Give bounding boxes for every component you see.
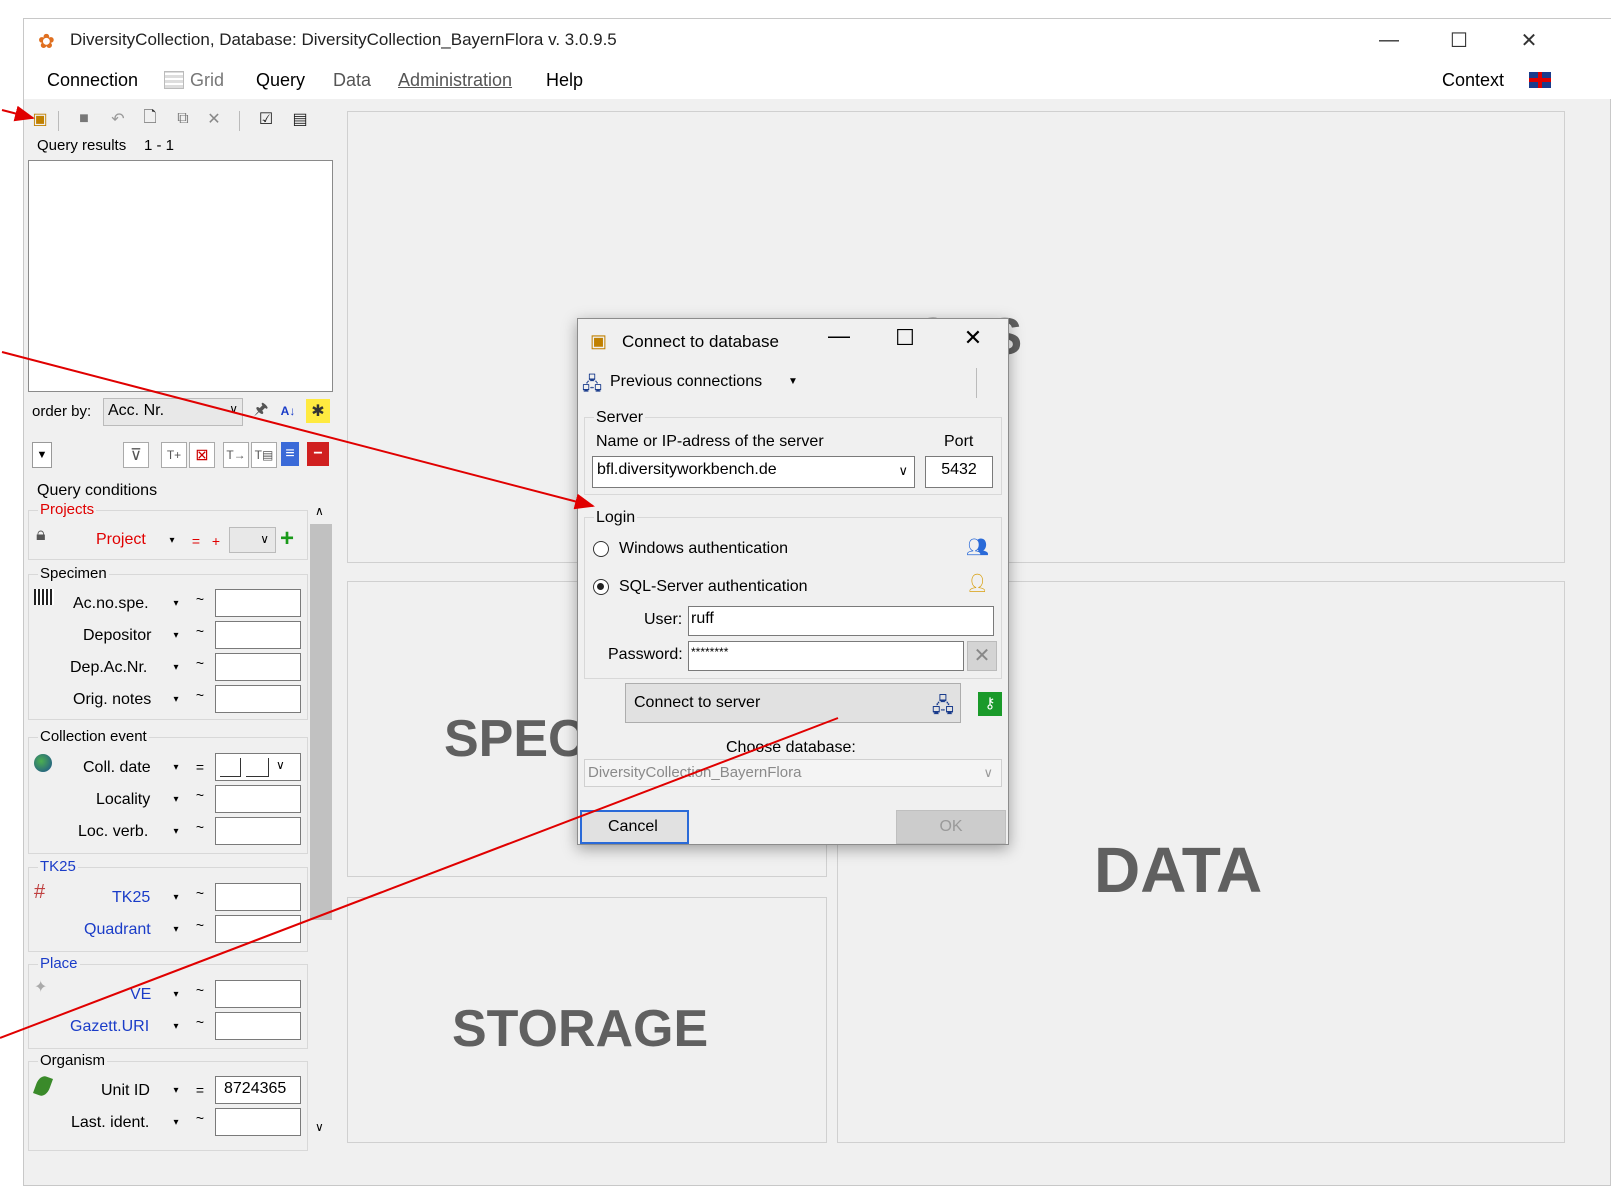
annotation-arrows (0, 105, 839, 1039)
annotation-arrow-toolbar (1, 105, 35, 122)
annotation-arrow-connect (0, 717, 839, 1039)
annotation-arrow-login (1, 351, 595, 510)
